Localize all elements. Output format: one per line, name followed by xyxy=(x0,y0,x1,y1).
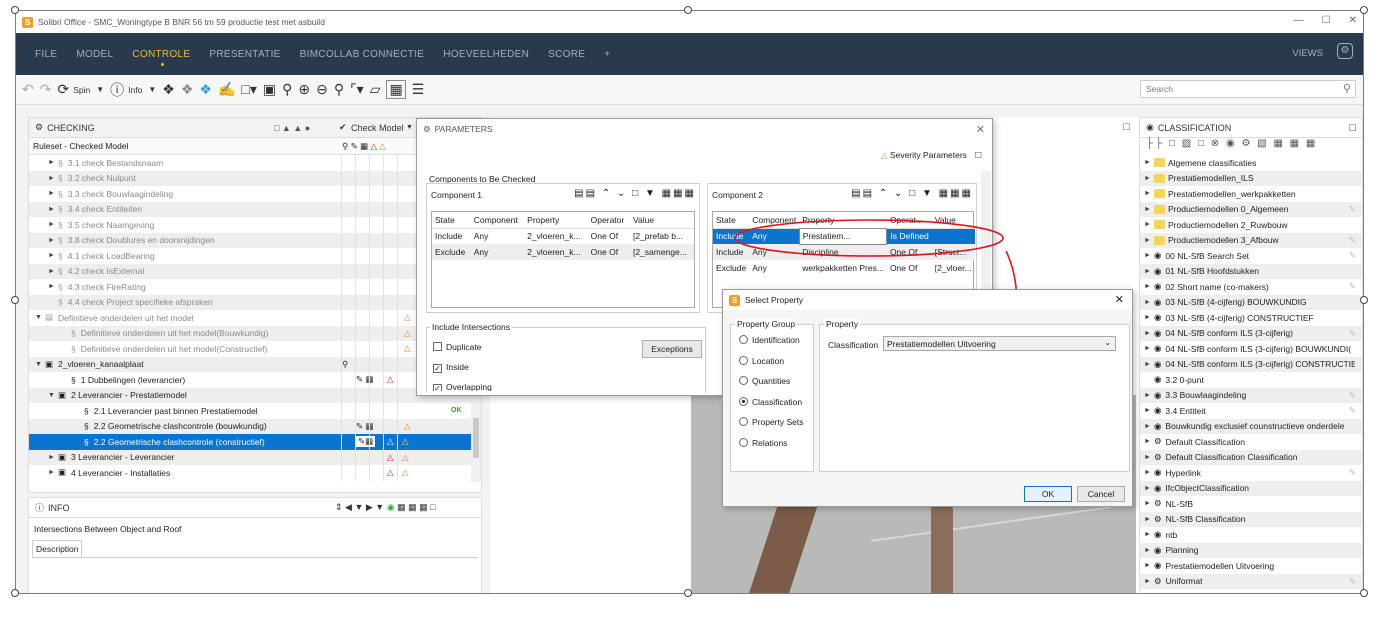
resize-handle-l[interactable] xyxy=(11,296,19,304)
property-group-title: Property Group xyxy=(735,319,798,329)
ok-button[interactable]: OK xyxy=(1024,486,1072,502)
select-property-dialog: S Select Property ✕ Property Group Ident… xyxy=(722,289,1133,507)
radio-relations[interactable]: Relations xyxy=(739,437,804,459)
resize-handle-t[interactable] xyxy=(684,6,692,14)
resize-handle-tr[interactable] xyxy=(1360,6,1368,14)
radio-button-icon[interactable] xyxy=(739,376,748,385)
select-property-app-icon: S xyxy=(729,294,740,306)
select-property-close-icon[interactable]: ✕ xyxy=(1115,293,1124,306)
radio-label: Location xyxy=(752,355,785,366)
radio-quantities[interactable]: Quantities xyxy=(739,376,804,397)
radio-button-icon[interactable] xyxy=(739,417,748,426)
resize-handle-r[interactable] xyxy=(1360,296,1368,304)
select-property-title: Select Property xyxy=(745,295,804,305)
radio-property-sets[interactable]: Property Sets xyxy=(739,417,804,438)
radio-button-icon[interactable] xyxy=(739,396,748,406)
radio-classification[interactable]: Classification xyxy=(739,396,804,418)
radio-label: Quantities xyxy=(752,376,791,386)
annotation-ellipse xyxy=(734,219,1004,257)
resize-handle-bl[interactable] xyxy=(11,589,19,597)
radio-location[interactable]: Location xyxy=(739,355,804,377)
radio-label: Relations xyxy=(752,437,788,448)
property-group-box: Property Group Identification Location Qua… xyxy=(730,319,814,472)
resize-handle-br[interactable] xyxy=(1360,589,1368,597)
classification-field-label: Classification xyxy=(828,340,879,350)
radio-button-icon[interactable] xyxy=(739,437,748,447)
property-title: Property xyxy=(824,319,861,329)
classification-select-value: Prestatiemodellen Uitvoering xyxy=(887,339,996,349)
cancel-button[interactable]: Cancel xyxy=(1077,486,1125,502)
resize-handle-b[interactable] xyxy=(684,589,692,597)
select-property-titlebar: S Select Property ✕ xyxy=(723,290,1132,310)
radio-identification[interactable]: Identification xyxy=(739,335,804,356)
red-annotation xyxy=(734,219,1035,333)
radio-button-icon[interactable] xyxy=(739,335,748,344)
property-box: Property Classification Prestatiemodelle… xyxy=(819,319,1130,472)
classification-select[interactable]: Prestatiemodellen Uitvoering ⌄ xyxy=(883,336,1116,351)
radio-label: Property Sets xyxy=(752,417,804,427)
resize-handle-tl[interactable] xyxy=(11,6,19,14)
chevron-down-icon[interactable]: ⌄ xyxy=(1104,338,1111,347)
radio-button-icon[interactable] xyxy=(739,355,748,365)
radio-label: Classification xyxy=(752,396,803,407)
radio-label: Identification xyxy=(752,335,800,345)
app-window: S Solibri Office - SMC_Woningtype B BNR … xyxy=(15,10,1364,594)
